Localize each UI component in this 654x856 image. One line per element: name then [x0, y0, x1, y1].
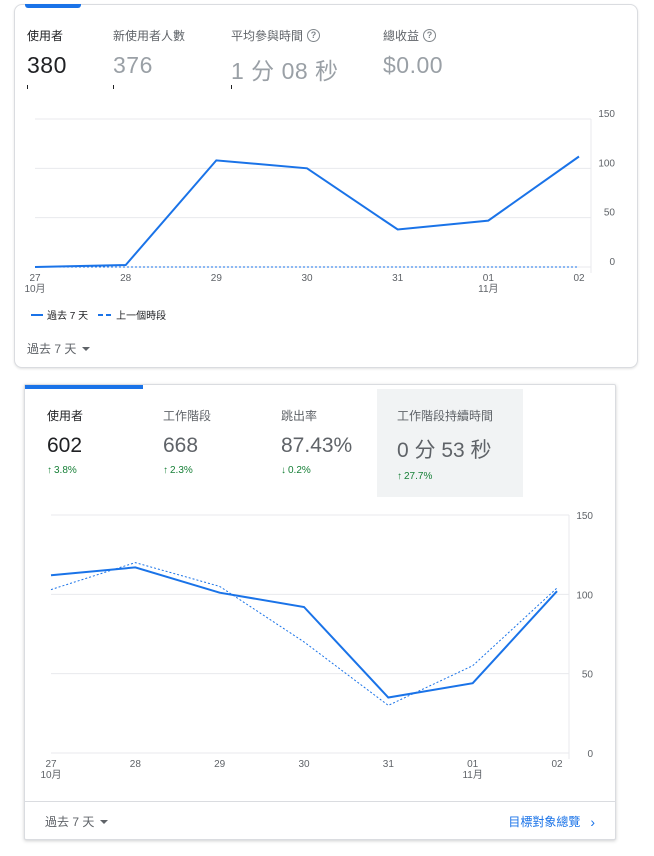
metric-tab-avg-engagement[interactable]: 平均參與時間 ? 1 分 08 秒: [231, 27, 339, 86]
metric-value: 376: [113, 52, 153, 78]
metric-value: 668: [163, 434, 199, 457]
metric-label: 跳出率: [281, 409, 318, 423]
y-tick-label: 0: [587, 749, 593, 760]
x-tick-label: 29: [211, 273, 223, 284]
active-tab-indicator: [25, 4, 81, 8]
x-tick-label: 27: [29, 273, 41, 284]
arrow-up-icon: ↑: [163, 465, 168, 476]
caret-down-icon: [100, 819, 109, 824]
active-tab-indicator: [25, 385, 143, 389]
y-tick-label: 0: [609, 257, 615, 268]
tick-mark: [113, 85, 114, 89]
y-tick-label: 100: [598, 158, 615, 169]
arrow-up-icon: ↑: [47, 465, 52, 476]
users-overview-card: 使用者 380 新使用者人數 376 平均參與時間 ? 1 分 08 秒 總收益…: [14, 4, 638, 368]
arrow-up-icon: ↑: [397, 471, 402, 482]
metric-tab-revenue[interactable]: 總收益 ? $0.00: [383, 27, 443, 79]
x-tick-label: 02: [551, 759, 563, 770]
metric-tab-users[interactable]: 使用者 380: [27, 27, 67, 79]
metric-tab-sessions[interactable]: 工作階段 668 ↑ 2.3%: [163, 407, 211, 476]
users-line-chart: 0 50 100 150 2710月 28 29 30 31 0111月 02: [24, 109, 616, 295]
metric-label-row: 總收益 ?: [383, 27, 443, 44]
x-tick-label: 01: [467, 759, 479, 770]
help-icon[interactable]: ?: [307, 29, 321, 42]
current-period-line: [50, 566, 558, 699]
date-range-label: 過去 7 天: [45, 815, 95, 829]
x-tick-sublabel: 10月: [24, 283, 45, 295]
x-tick-label: 28: [120, 273, 132, 284]
chevron-right-icon: ›: [590, 813, 595, 830]
metric-label: 使用者: [27, 29, 64, 43]
metric-tab-bounce-rate[interactable]: 跳出率 87.43% ↓ 0.2%: [281, 407, 352, 476]
legend-item-current[interactable]: 過去 7 天: [31, 307, 88, 322]
y-tick-label: 150: [576, 511, 593, 522]
audience-overview-link[interactable]: 目標對象總覽 ›: [508, 813, 595, 830]
help-icon[interactable]: ?: [423, 29, 437, 42]
metric-value: 380: [27, 52, 67, 78]
metric-value: 1 分 08 秒: [231, 58, 339, 84]
caret-down-icon: [82, 346, 91, 351]
legend-label: 上一個時段: [116, 311, 167, 322]
footer-divider: [25, 801, 615, 802]
tick-mark: [27, 85, 28, 89]
x-tick-label: 30: [298, 759, 310, 770]
metric-label: 總收益: [383, 29, 420, 43]
metric-label: 工作階段持續時間: [397, 409, 494, 423]
x-tick-label: 31: [383, 759, 395, 770]
y-tick-label: 150: [598, 109, 615, 120]
x-tick-label: 30: [301, 273, 313, 284]
metric-tab-session-duration[interactable]: 工作階段持續時間 0 分 53 秒 ↑ 27.7%: [397, 407, 493, 482]
chart-legend: 過去 7 天 上一個時段: [31, 307, 166, 322]
date-range-dropdown[interactable]: 過去 7 天: [45, 813, 109, 830]
x-tick-label: 31: [392, 273, 404, 284]
arrow-down-icon: ↓: [281, 465, 286, 476]
x-tick-label: 29: [214, 759, 226, 770]
x-tick-label: 02: [573, 273, 585, 284]
metric-label-row: 平均參與時間 ?: [231, 27, 339, 44]
metric-value: 87.43%: [281, 434, 353, 457]
metric-change: ↑ 2.3%: [163, 465, 193, 476]
x-tick-label: 28: [130, 759, 142, 770]
legend-dashed-swatch: [98, 313, 113, 316]
legend-item-previous[interactable]: 上一個時段: [98, 307, 166, 322]
sessions-line-chart: 0 50 100 150 2710月 28 29 30 31 0111月 02: [40, 511, 594, 781]
x-tick-sublabel: 11月: [462, 769, 482, 781]
metric-value: 0 分 53 秒: [397, 439, 492, 462]
legend-solid-swatch: [31, 313, 43, 316]
audience-overview-label: 目標對象總覽: [508, 815, 581, 829]
x-tick-label: 01: [483, 273, 495, 284]
y-tick-label: 50: [604, 208, 616, 219]
legend-label: 過去 7 天: [47, 311, 89, 322]
x-tick-sublabel: 11月: [478, 283, 498, 295]
metric-change: ↓ 0.2%: [281, 465, 311, 476]
tick-mark: [231, 85, 232, 89]
y-tick-label: 50: [582, 670, 594, 681]
date-range-dropdown[interactable]: 過去 7 天: [27, 340, 91, 357]
metric-label: 使用者: [47, 409, 84, 423]
x-tick-sublabel: 10月: [40, 769, 61, 781]
current-period-line: [34, 155, 580, 268]
y-tick-label: 100: [576, 590, 593, 601]
previous-period-line: [50, 562, 558, 706]
metric-value: 602: [47, 434, 83, 457]
metric-value: $0.00: [383, 52, 444, 78]
metric-change: ↑ 3.8%: [47, 465, 77, 476]
date-range-label: 過去 7 天: [27, 342, 77, 356]
metric-change: ↑ 27.7%: [397, 471, 433, 482]
x-tick-label: 27: [45, 759, 57, 770]
metric-label: 工作階段: [163, 409, 212, 423]
sessions-overview-card: 使用者 602 ↑ 3.8% 工作階段 668 ↑ 2.3% 跳出率 87.43% …: [24, 384, 616, 840]
metric-tab-users[interactable]: 使用者 602 ↑ 3.8%: [47, 407, 83, 476]
metric-label: 平均參與時間: [231, 29, 304, 43]
metric-tab-new-users[interactable]: 新使用者人數 376: [113, 27, 185, 79]
metric-label: 新使用者人數: [113, 29, 186, 43]
